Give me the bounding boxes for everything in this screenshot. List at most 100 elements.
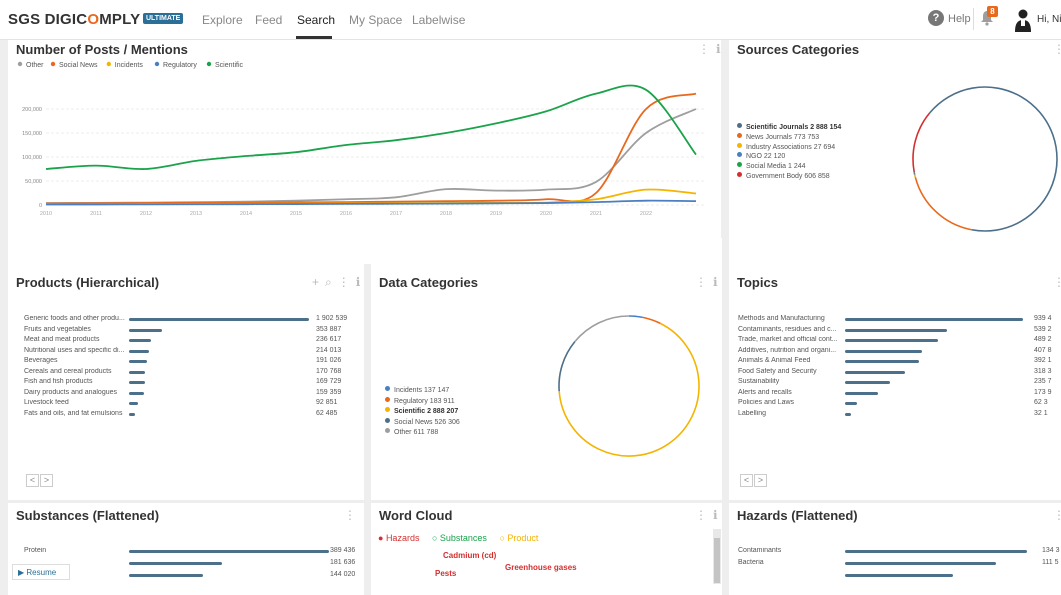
legend-substances[interactable]: ○ Substances: [432, 533, 492, 543]
x-tick-label: 2014: [240, 211, 252, 217]
legend-label: NGO: [746, 153, 764, 161]
more-options-icon[interactable]: ⋮: [695, 508, 707, 522]
products-card: Products (Hierarchical) + ⌕ ⋮ ℹ Generic foo…: [8, 238, 364, 500]
avatar[interactable]: [1013, 8, 1033, 32]
next-page-button[interactable]: >: [40, 474, 53, 487]
notification-count-badge: 8: [987, 6, 998, 17]
resume-label: Resume: [26, 568, 57, 577]
data-categories-card: Data Categories ⋮ ℹ Incidents 137 147 Regu…: [371, 238, 722, 500]
donut-slice: [574, 315, 630, 343]
y-tick-label: 0: [39, 203, 42, 209]
legend-hazards[interactable]: ● Hazards: [378, 533, 424, 543]
help-icon[interactable]: ?: [928, 10, 944, 26]
word-cloud-word[interactable]: Cadmium (cd): [443, 551, 496, 560]
nav-feed[interactable]: Feed: [255, 13, 282, 27]
ultimate-badge: ULTIMATE: [143, 13, 184, 24]
x-tick-label: 2016: [340, 211, 352, 217]
info-icon[interactable]: ℹ: [713, 508, 718, 522]
legend-product[interactable]: ○ Product: [499, 533, 543, 543]
legend-value: 606 858: [804, 173, 830, 180]
products-pager: < >: [26, 474, 54, 487]
search-icon[interactable]: ⌕: [325, 275, 332, 290]
substances-card-actions: ⋮: [338, 508, 356, 522]
bar-label: Nutritional uses and specific di...: [24, 346, 125, 354]
bar-value: 181 636: [330, 559, 356, 566]
brand-logo[interactable]: SGS DIGICOMPLY: [8, 11, 140, 28]
nav-search[interactable]: Search: [297, 13, 335, 27]
x-tick-label: 2017: [390, 211, 402, 217]
series-line-social-news: [45, 92, 697, 205]
bar: [129, 349, 150, 353]
bar-label: Alerts and recalls: [738, 388, 792, 396]
nav-labelwise[interactable]: Labelwise: [412, 13, 465, 27]
bar-row: Labelling 32 1: [738, 409, 1061, 420]
word-cloud-word[interactable]: Greenhouse gases: [505, 563, 577, 572]
nav-my-space[interactable]: My Space: [349, 13, 402, 27]
bar-label: Protein: [24, 547, 47, 554]
bar-value: 489 2: [1034, 336, 1052, 343]
bar: [845, 412, 852, 416]
bar: [845, 550, 1027, 553]
bar: [845, 402, 857, 405]
legend-value: 526 306: [434, 418, 460, 426]
hazards-card: Hazards (Flattened) ⋮ Contaminants 134 3 B…: [729, 503, 1061, 595]
legend-substances-label: Substances: [439, 533, 487, 543]
legend-label: Government Body: [746, 173, 805, 180]
datacat-donut-chart: [558, 315, 700, 457]
bar-value: 134 3: [1042, 547, 1060, 554]
bar-label: Fruits and vegetables: [24, 325, 91, 333]
legend-item: Regulatory 183 911: [385, 396, 455, 405]
bar-value: 32 1: [1034, 409, 1048, 417]
legend-label: Scientific: [215, 62, 244, 69]
next-page-button[interactable]: >: [754, 474, 767, 487]
legend-marker: [154, 61, 160, 67]
bar-row: Meat and meat products 236 617: [24, 335, 364, 346]
word-cloud-word[interactable]: Pests: [435, 569, 456, 578]
more-options-icon[interactable]: ⋮: [695, 275, 707, 289]
nav-explore[interactable]: Explore: [202, 13, 243, 27]
legend-label: Other: [394, 429, 414, 436]
sources-card-actions: ⋮: [1047, 42, 1061, 56]
resume-button[interactable]: ▶ Resume: [12, 564, 70, 580]
legend-label: Social News: [59, 62, 98, 69]
legend-value: 1 244: [788, 163, 806, 171]
bar: [129, 550, 329, 553]
bar-row: Protein 389 436: [24, 546, 364, 557]
bar: [845, 574, 954, 577]
info-icon[interactable]: ℹ: [713, 275, 718, 289]
more-options-icon[interactable]: ⋮: [344, 508, 356, 522]
help-link[interactable]: Help: [948, 13, 971, 25]
bar-label: Livestock feed: [24, 399, 69, 406]
info-icon[interactable]: ℹ: [356, 275, 361, 289]
donut-slice: [929, 86, 1058, 232]
bar-row: Policies and Laws 62 3: [738, 398, 1061, 409]
bar-label: Contaminants, residues and c...: [738, 325, 837, 333]
more-options-icon[interactable]: ⋮: [1053, 42, 1061, 56]
bar-row: Beverages 191 026: [24, 356, 364, 367]
donut-slice: [558, 322, 700, 457]
products-card-title: Products (Hierarchical): [16, 275, 160, 290]
legend-label: Social News: [394, 418, 435, 426]
wordcloud-card-actions: ⋮ ℹ: [689, 508, 718, 522]
bar: [845, 562, 997, 565]
add-icon[interactable]: +: [312, 275, 319, 289]
legend-value: 137 147: [423, 387, 450, 394]
prev-page-button[interactable]: <: [740, 474, 753, 487]
user-greeting[interactable]: Hi, Nicol: [1037, 14, 1061, 25]
bar-row: Additives, nutrition and organi... 407 8: [738, 346, 1061, 357]
play-icon: ▶: [18, 568, 25, 577]
more-options-icon[interactable]: ⋮: [1053, 275, 1061, 289]
logo-text-prefix: SGS DIGIC: [8, 11, 88, 28]
y-tick-label: 200,000: [22, 107, 42, 113]
bar-value: 236 617: [316, 336, 342, 343]
legend-value: 2 888 207: [427, 408, 459, 415]
topics-card-actions: ⋮: [1047, 275, 1061, 289]
wordcloud-scrollbar-thumb[interactable]: [714, 538, 720, 583]
legend-marker: [17, 61, 23, 67]
legend-value: 22 120: [763, 153, 786, 161]
prev-page-button[interactable]: <: [26, 474, 39, 487]
bar-row: Bacteria 111 5: [738, 558, 1061, 569]
more-options-icon[interactable]: ⋮: [1053, 508, 1061, 522]
substances-card-title: Substances (Flattened): [16, 508, 160, 523]
more-options-icon[interactable]: ⋮: [338, 275, 350, 289]
